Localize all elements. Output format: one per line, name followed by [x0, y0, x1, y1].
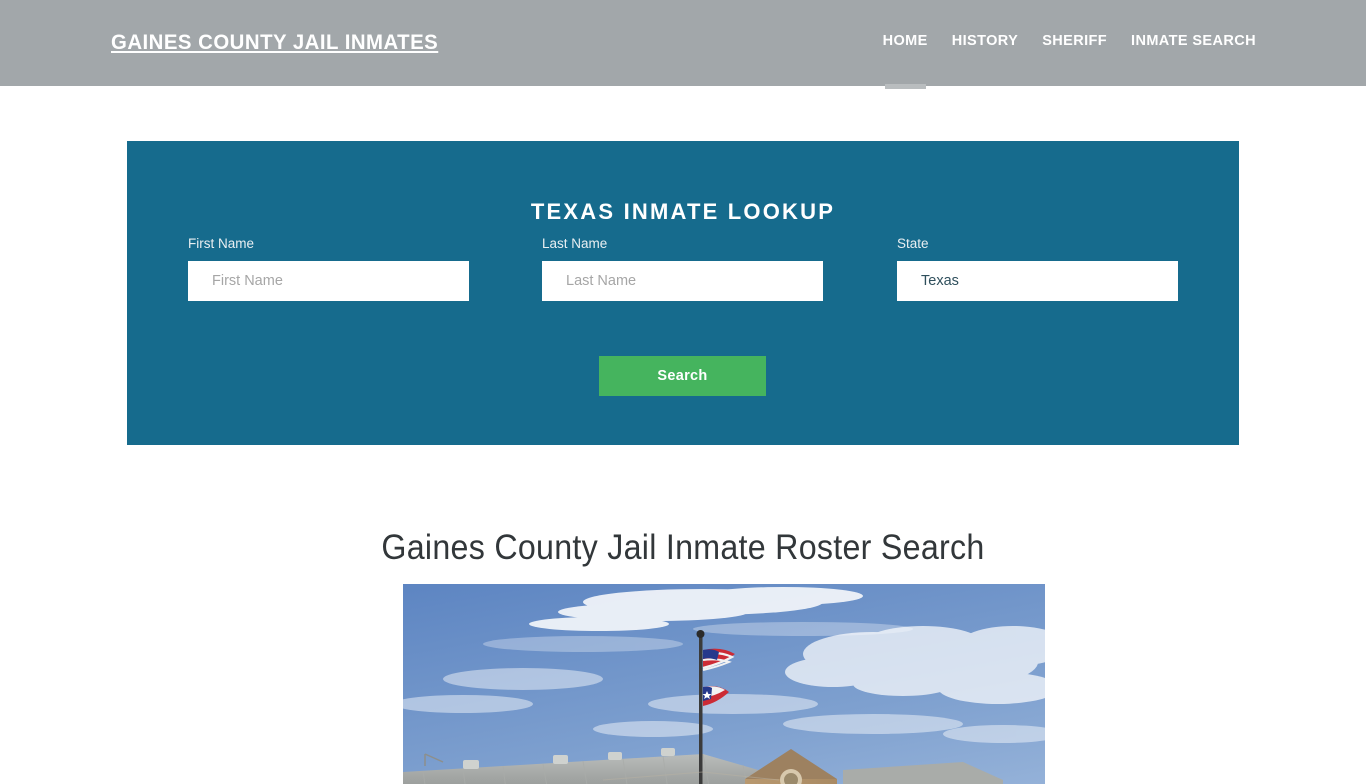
- last-name-input[interactable]: [542, 261, 823, 301]
- state-field-group: State: [897, 236, 1178, 301]
- last-name-field-group: Last Name: [542, 236, 823, 301]
- first-name-field-group: First Name: [188, 236, 469, 301]
- nav-item-inmate-search[interactable]: INMATE SEARCH: [1131, 33, 1256, 53]
- state-input[interactable]: [897, 261, 1178, 301]
- inmate-lookup-panel: TEXAS INMATE LOOKUP First Name Last Name…: [127, 141, 1239, 445]
- nav-item-home[interactable]: HOME: [883, 33, 928, 89]
- jail-facility-photo: [403, 584, 1045, 784]
- nav-item-sheriff[interactable]: SHERIFF: [1042, 33, 1107, 53]
- first-name-label: First Name: [188, 236, 255, 251]
- site-brand-title[interactable]: GAINES COUNTY JAIL INMATES: [111, 31, 438, 55]
- site-header: GAINES COUNTY JAIL INMATES HOME HISTORY …: [0, 0, 1366, 89]
- search-button[interactable]: Search: [599, 356, 766, 396]
- last-name-label: Last Name: [542, 236, 608, 251]
- state-label: State: [897, 236, 929, 251]
- main-navigation: HOME HISTORY SHERIFF INMATE SEARCH: [883, 33, 1256, 89]
- nav-item-history[interactable]: HISTORY: [952, 33, 1018, 53]
- lookup-panel-title: TEXAS INMATE LOOKUP: [530, 199, 836, 225]
- first-name-input[interactable]: [188, 261, 469, 301]
- jail-facility-image: [403, 584, 1045, 784]
- page-title: Gaines County Jail Inmate Roster Search: [381, 528, 985, 568]
